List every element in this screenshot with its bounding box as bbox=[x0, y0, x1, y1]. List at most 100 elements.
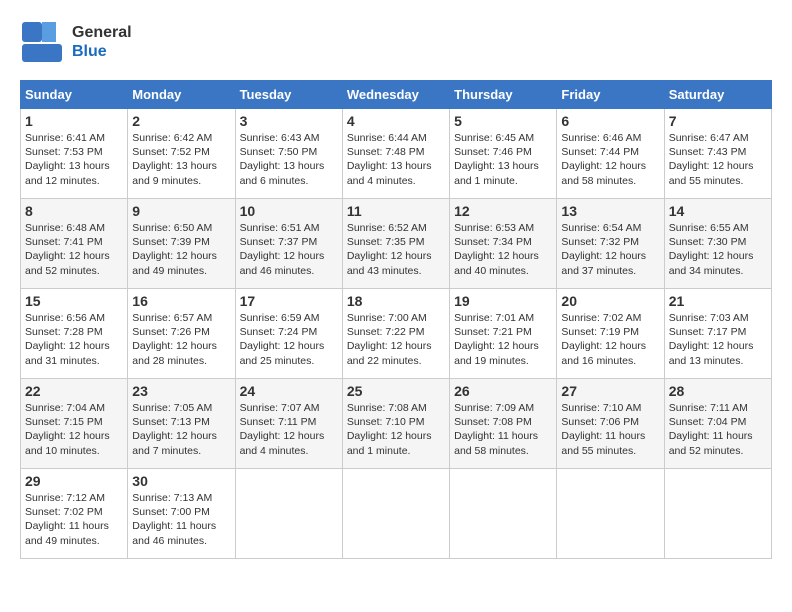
calendar-table: SundayMondayTuesdayWednesdayThursdayFrid… bbox=[20, 80, 772, 559]
logo: GeneralBlue bbox=[20, 20, 132, 64]
day-number: 26 bbox=[454, 383, 552, 399]
day-cell bbox=[557, 469, 664, 559]
day-number: 5 bbox=[454, 113, 552, 129]
day-number: 27 bbox=[561, 383, 659, 399]
calendar-body: 1 Sunrise: 6:41 AM Sunset: 7:53 PM Daylig… bbox=[21, 109, 772, 559]
day-number: 14 bbox=[669, 203, 767, 219]
day-cell: 6 Sunrise: 6:46 AM Sunset: 7:44 PM Daylig… bbox=[557, 109, 664, 199]
day-cell: 19 Sunrise: 7:01 AM Sunset: 7:21 PM Dayli… bbox=[450, 289, 557, 379]
day-number: 19 bbox=[454, 293, 552, 309]
day-info: Sunrise: 7:12 AM Sunset: 7:02 PM Dayligh… bbox=[25, 491, 123, 548]
day-number: 2 bbox=[132, 113, 230, 129]
day-cell: 2 Sunrise: 6:42 AM Sunset: 7:52 PM Daylig… bbox=[128, 109, 235, 199]
day-number: 21 bbox=[669, 293, 767, 309]
day-cell: 1 Sunrise: 6:41 AM Sunset: 7:53 PM Daylig… bbox=[21, 109, 128, 199]
header-cell-thursday: Thursday bbox=[450, 81, 557, 109]
day-cell bbox=[342, 469, 449, 559]
header-cell-tuesday: Tuesday bbox=[235, 81, 342, 109]
day-cell: 27 Sunrise: 7:10 AM Sunset: 7:06 PM Dayli… bbox=[557, 379, 664, 469]
day-info: Sunrise: 7:10 AM Sunset: 7:06 PM Dayligh… bbox=[561, 401, 659, 458]
day-number: 9 bbox=[132, 203, 230, 219]
week-row: 8Sunrise: 6:48 AM Sunset: 7:41 PM Daylig… bbox=[21, 199, 772, 289]
day-cell: 20 Sunrise: 7:02 AM Sunset: 7:19 PM Dayli… bbox=[557, 289, 664, 379]
day-cell: 9 Sunrise: 6:50 AM Sunset: 7:39 PM Daylig… bbox=[128, 199, 235, 289]
day-cell: 13 Sunrise: 6:54 AM Sunset: 7:32 PM Dayli… bbox=[557, 199, 664, 289]
day-number: 24 bbox=[240, 383, 338, 399]
day-number: 28 bbox=[669, 383, 767, 399]
day-info: Sunrise: 7:13 AM Sunset: 7:00 PM Dayligh… bbox=[132, 491, 230, 548]
day-number: 18 bbox=[347, 293, 445, 309]
day-info: Sunrise: 6:45 AM Sunset: 7:46 PM Dayligh… bbox=[454, 131, 552, 188]
day-info: Sunrise: 6:51 AM Sunset: 7:37 PM Dayligh… bbox=[240, 221, 338, 278]
day-cell: 14Sunrise: 6:55 AM Sunset: 7:30 PM Dayli… bbox=[664, 199, 771, 289]
logo-svg bbox=[20, 20, 64, 64]
day-info: Sunrise: 7:00 AM Sunset: 7:22 PM Dayligh… bbox=[347, 311, 445, 368]
day-cell bbox=[235, 469, 342, 559]
day-number: 25 bbox=[347, 383, 445, 399]
day-cell: 4 Sunrise: 6:44 AM Sunset: 7:48 PM Daylig… bbox=[342, 109, 449, 199]
day-info: Sunrise: 6:46 AM Sunset: 7:44 PM Dayligh… bbox=[561, 131, 659, 188]
day-number: 4 bbox=[347, 113, 445, 129]
day-cell bbox=[664, 469, 771, 559]
header-cell-monday: Monday bbox=[128, 81, 235, 109]
day-info: Sunrise: 6:56 AM Sunset: 7:28 PM Dayligh… bbox=[25, 311, 123, 368]
day-info: Sunrise: 6:54 AM Sunset: 7:32 PM Dayligh… bbox=[561, 221, 659, 278]
day-number: 17 bbox=[240, 293, 338, 309]
day-info: Sunrise: 7:04 AM Sunset: 7:15 PM Dayligh… bbox=[25, 401, 123, 458]
day-info: Sunrise: 7:08 AM Sunset: 7:10 PM Dayligh… bbox=[347, 401, 445, 458]
day-number: 10 bbox=[240, 203, 338, 219]
day-number: 1 bbox=[25, 113, 123, 129]
day-cell: 30 Sunrise: 7:13 AM Sunset: 7:00 PM Dayli… bbox=[128, 469, 235, 559]
day-number: 16 bbox=[132, 293, 230, 309]
day-info: Sunrise: 6:50 AM Sunset: 7:39 PM Dayligh… bbox=[132, 221, 230, 278]
day-info: Sunrise: 6:41 AM Sunset: 7:53 PM Dayligh… bbox=[25, 131, 123, 188]
day-number: 22 bbox=[25, 383, 123, 399]
day-info: Sunrise: 7:05 AM Sunset: 7:13 PM Dayligh… bbox=[132, 401, 230, 458]
header-cell-wednesday: Wednesday bbox=[342, 81, 449, 109]
day-cell: 17 Sunrise: 6:59 AM Sunset: 7:24 PM Dayli… bbox=[235, 289, 342, 379]
day-info: Sunrise: 7:01 AM Sunset: 7:21 PM Dayligh… bbox=[454, 311, 552, 368]
day-cell: 3Sunrise: 6:43 AM Sunset: 7:50 PM Daylig… bbox=[235, 109, 342, 199]
day-cell: 18 Sunrise: 7:00 AM Sunset: 7:22 PM Dayli… bbox=[342, 289, 449, 379]
day-cell: 5 Sunrise: 6:45 AM Sunset: 7:46 PM Daylig… bbox=[450, 109, 557, 199]
calendar-header: SundayMondayTuesdayWednesdayThursdayFrid… bbox=[21, 81, 772, 109]
day-cell: 15 Sunrise: 6:56 AM Sunset: 7:28 PM Dayli… bbox=[21, 289, 128, 379]
header-cell-friday: Friday bbox=[557, 81, 664, 109]
day-info: Sunrise: 7:03 AM Sunset: 7:17 PM Dayligh… bbox=[669, 311, 767, 368]
week-row: 22 Sunrise: 7:04 AM Sunset: 7:15 PM Dayli… bbox=[21, 379, 772, 469]
day-number: 6 bbox=[561, 113, 659, 129]
day-number: 29 bbox=[25, 473, 123, 489]
day-info: Sunrise: 6:42 AM Sunset: 7:52 PM Dayligh… bbox=[132, 131, 230, 188]
day-number: 30 bbox=[132, 473, 230, 489]
day-cell bbox=[450, 469, 557, 559]
week-row: 29 Sunrise: 7:12 AM Sunset: 7:02 PM Dayli… bbox=[21, 469, 772, 559]
day-number: 11 bbox=[347, 203, 445, 219]
day-cell: 24Sunrise: 7:07 AM Sunset: 7:11 PM Dayli… bbox=[235, 379, 342, 469]
day-cell: 8Sunrise: 6:48 AM Sunset: 7:41 PM Daylig… bbox=[21, 199, 128, 289]
day-cell: 10 Sunrise: 6:51 AM Sunset: 7:37 PM Dayli… bbox=[235, 199, 342, 289]
day-number: 12 bbox=[454, 203, 552, 219]
day-cell: 21 Sunrise: 7:03 AM Sunset: 7:17 PM Dayli… bbox=[664, 289, 771, 379]
day-number: 23 bbox=[132, 383, 230, 399]
day-cell: 26Sunrise: 7:09 AM Sunset: 7:08 PM Dayli… bbox=[450, 379, 557, 469]
header-cell-sunday: Sunday bbox=[21, 81, 128, 109]
day-number: 3 bbox=[240, 113, 338, 129]
day-info: Sunrise: 6:53 AM Sunset: 7:34 PM Dayligh… bbox=[454, 221, 552, 278]
day-number: 13 bbox=[561, 203, 659, 219]
day-info: Sunrise: 7:11 AM Sunset: 7:04 PM Dayligh… bbox=[669, 401, 767, 458]
day-number: 15 bbox=[25, 293, 123, 309]
day-number: 20 bbox=[561, 293, 659, 309]
day-info: Sunrise: 6:57 AM Sunset: 7:26 PM Dayligh… bbox=[132, 311, 230, 368]
day-cell: 23 Sunrise: 7:05 AM Sunset: 7:13 PM Dayli… bbox=[128, 379, 235, 469]
week-row: 1 Sunrise: 6:41 AM Sunset: 7:53 PM Daylig… bbox=[21, 109, 772, 199]
day-cell: 16 Sunrise: 6:57 AM Sunset: 7:26 PM Dayli… bbox=[128, 289, 235, 379]
day-info: Sunrise: 6:44 AM Sunset: 7:48 PM Dayligh… bbox=[347, 131, 445, 188]
day-cell: 22 Sunrise: 7:04 AM Sunset: 7:15 PM Dayli… bbox=[21, 379, 128, 469]
day-info: Sunrise: 6:59 AM Sunset: 7:24 PM Dayligh… bbox=[240, 311, 338, 368]
day-info: Sunrise: 6:47 AM Sunset: 7:43 PM Dayligh… bbox=[669, 131, 767, 188]
day-info: Sunrise: 6:52 AM Sunset: 7:35 PM Dayligh… bbox=[347, 221, 445, 278]
day-info: Sunrise: 7:02 AM Sunset: 7:19 PM Dayligh… bbox=[561, 311, 659, 368]
logo-line2: Blue bbox=[72, 42, 132, 61]
day-cell: 25 Sunrise: 7:08 AM Sunset: 7:10 PM Dayli… bbox=[342, 379, 449, 469]
logo-line1: General bbox=[72, 23, 132, 42]
